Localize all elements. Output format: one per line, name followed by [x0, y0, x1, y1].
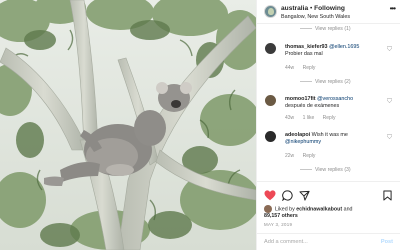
comment-text: momoo17fit @verossancho después de exáme… — [285, 96, 385, 110]
post-photo[interactable] — [0, 0, 256, 250]
reply-button[interactable]: Reply — [303, 65, 316, 71]
replies-line — [300, 169, 312, 171]
comment-likes[interactable]: 1 like — [303, 115, 315, 121]
reply-button[interactable]: Reply — [323, 115, 336, 121]
comments-list[interactable]: View replies (1) thomas_kiefer93 @ellen.… — [257, 25, 400, 180]
view-replies-link[interactable]: View replies (3) — [300, 167, 351, 173]
account-avatar[interactable] — [264, 5, 277, 18]
comment-time: 44w — [285, 65, 295, 71]
comment-time: 22w — [285, 153, 295, 159]
liked-user[interactable]: echidnawalkabout — [296, 206, 342, 212]
comment-username[interactable]: momoo17fit — [285, 96, 316, 102]
post-side-panel: australia • Following Bangalow, New Sout… — [256, 0, 400, 250]
comment-username[interactable]: adeolapoi — [285, 132, 310, 138]
commenter-avatar[interactable] — [265, 43, 276, 54]
commenter-avatar[interactable] — [265, 131, 276, 142]
add-comment-bar: Add a comment... Post — [257, 233, 400, 250]
replies-line — [300, 81, 312, 83]
commenter-avatar[interactable] — [265, 95, 276, 106]
liker-avatar[interactable] — [264, 205, 272, 213]
header-separator: • — [309, 5, 313, 12]
view-replies-text: View replies (1) — [315, 26, 351, 32]
comment-body: Probier das mal — [285, 51, 323, 57]
comment-mention[interactable]: @nikephummy — [285, 139, 321, 145]
comment-mention[interactable]: @verossancho — [317, 96, 353, 102]
comment-body: después de exámenes — [285, 103, 340, 109]
view-replies-text: View replies (2) — [315, 79, 351, 85]
likes-summary: Liked by echidnawalkabout and 89,157 oth… — [264, 205, 396, 220]
comment-meta: 22w Reply — [285, 153, 322, 159]
comment-icon[interactable] — [281, 188, 293, 206]
heart-icon[interactable] — [387, 98, 392, 103]
liked-prefix: Liked by — [275, 206, 295, 213]
header-user-line: australia • Following — [281, 5, 345, 12]
comment-meta: 43w 1 like Reply — [285, 115, 342, 121]
reply-button[interactable]: Reply — [303, 153, 316, 159]
liked-count[interactable]: 89,157 others — [264, 213, 298, 219]
post-comment-button[interactable]: Post — [381, 239, 393, 245]
replies-line — [300, 28, 312, 30]
liked-and: and — [343, 206, 353, 213]
action-icons — [264, 188, 394, 202]
post-actions: Liked by echidnawalkabout and 89,157 oth… — [257, 181, 400, 249]
view-replies-link[interactable]: View replies (2) — [300, 79, 351, 85]
heart-icon[interactable] — [387, 46, 392, 51]
instagram-post: australia • Following Bangalow, New Sout… — [0, 0, 400, 250]
comment-text: thomas_kiefer93 @ellen.1695 Probier das … — [285, 44, 385, 58]
comment-body: Wish it was me — [311, 132, 348, 138]
view-replies-text: View replies (3) — [315, 167, 351, 173]
post-location[interactable]: Bangalow, New South Wales — [281, 14, 350, 20]
account-username[interactable]: australia — [281, 5, 308, 12]
share-icon[interactable] — [299, 188, 310, 206]
post-header: australia • Following Bangalow, New Sout… — [257, 0, 400, 24]
heart-icon[interactable] — [387, 134, 392, 139]
following-button[interactable]: Following — [314, 5, 345, 12]
heart-icon[interactable] — [264, 188, 276, 206]
more-icon[interactable]: ••• — [390, 4, 396, 13]
comment-username[interactable]: thomas_kiefer93 — [285, 44, 328, 50]
post-date: MAY 3, 2019 — [264, 222, 293, 227]
add-comment-input[interactable]: Add a comment... — [264, 239, 308, 245]
koala-photo — [0, 0, 256, 250]
comment-text: adeolapoi Wish it was me @nikephummy — [285, 132, 385, 146]
comment-time: 43w — [285, 115, 295, 121]
view-replies-link[interactable]: View replies (1) — [300, 26, 351, 32]
comment-meta: 44w Reply — [285, 65, 322, 71]
comment-mention[interactable]: @ellen.1695 — [329, 44, 359, 50]
bookmark-icon[interactable] — [383, 188, 392, 206]
